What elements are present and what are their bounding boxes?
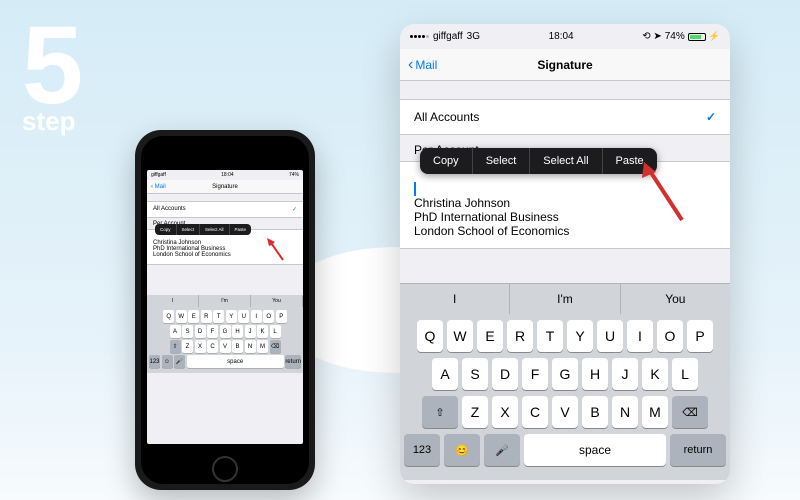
key-q[interactable]: Q	[417, 320, 443, 352]
key-v[interactable]: V	[552, 396, 578, 428]
key-m[interactable]: M	[642, 396, 668, 428]
key-b[interactable]: B	[582, 396, 608, 428]
page-title: Signature	[537, 58, 592, 72]
suggestion[interactable]: I	[400, 284, 510, 314]
key-g[interactable]: G	[552, 358, 578, 390]
phone-screen-zoom: giffgaff3G 18:04 ⟲ ➤74%⚡ ‹Mail Signature…	[400, 24, 730, 484]
key-n[interactable]: N	[612, 396, 638, 428]
key-u[interactable]: U	[597, 320, 623, 352]
context-copy[interactable]: Copy	[420, 148, 473, 174]
home-button[interactable]	[212, 456, 238, 482]
suggestion[interactable]: You	[621, 284, 730, 314]
text-cursor	[414, 182, 416, 196]
key-w[interactable]: W	[447, 320, 473, 352]
key-y[interactable]: Y	[567, 320, 593, 352]
backspace-key[interactable]: ⌫	[672, 396, 708, 428]
dictation-key[interactable]: 🎤	[484, 434, 520, 466]
key-e[interactable]: E	[477, 320, 503, 352]
nav-bar: ‹Mail Signature	[400, 49, 730, 81]
key-f[interactable]: F	[522, 358, 548, 390]
context-menu: Copy Select Select All Paste	[420, 148, 657, 174]
annotation-arrow	[638, 162, 686, 224]
suggestion[interactable]: I'm	[510, 284, 620, 314]
step-number: 5	[22, 22, 77, 110]
key-k[interactable]: K	[642, 358, 668, 390]
key-s[interactable]: S	[462, 358, 488, 390]
key-z[interactable]: Z	[462, 396, 488, 428]
all-accounts-row[interactable]: All Accounts✓	[400, 99, 730, 135]
key-j[interactable]: J	[612, 358, 638, 390]
context-select-all[interactable]: Select All	[530, 148, 602, 174]
key-o[interactable]: O	[657, 320, 683, 352]
chevron-left-icon: ‹	[408, 56, 413, 74]
shift-key[interactable]: ⇧	[422, 396, 458, 428]
key-a[interactable]: A	[432, 358, 458, 390]
signature-line: London School of Economics	[414, 224, 716, 238]
key-t[interactable]: T	[537, 320, 563, 352]
key-x[interactable]: X	[492, 396, 518, 428]
key-i[interactable]: I	[627, 320, 653, 352]
numbers-key[interactable]: 123	[404, 434, 440, 466]
return-key[interactable]: return	[670, 434, 726, 466]
status-bar: giffgaff3G 18:04 ⟲ ➤74%⚡	[400, 24, 730, 49]
key-p[interactable]: P	[687, 320, 713, 352]
quicktype-bar: I I'm You	[400, 283, 730, 314]
key-d[interactable]: D	[492, 358, 518, 390]
key-h[interactable]: H	[582, 358, 608, 390]
phone-screen-small: giffgaff18:0474% ‹ MailSignature All Acc…	[147, 170, 303, 444]
key-c[interactable]: C	[522, 396, 548, 428]
emoji-key[interactable]: 😊	[444, 434, 480, 466]
step-badge: 5 step	[22, 22, 77, 137]
step-label: step	[22, 106, 77, 137]
key-l[interactable]: L	[672, 358, 698, 390]
context-select[interactable]: Select	[473, 148, 531, 174]
phone-mockup: giffgaff18:0474% ‹ MailSignature All Acc…	[135, 130, 315, 490]
signature-textarea[interactable]: Copy Select Select All Paste Christina J…	[400, 161, 730, 249]
back-button[interactable]: ‹Mail	[408, 56, 437, 74]
checkmark-icon: ✓	[706, 110, 716, 124]
status-time: 18:04	[549, 31, 574, 42]
space-key[interactable]: space	[524, 434, 666, 466]
key-r[interactable]: R	[507, 320, 533, 352]
keyboard: QWERTYUIOP ASDFGHJKL ⇧ ZXCVBNM ⌫ 123 😊 🎤…	[400, 314, 730, 480]
